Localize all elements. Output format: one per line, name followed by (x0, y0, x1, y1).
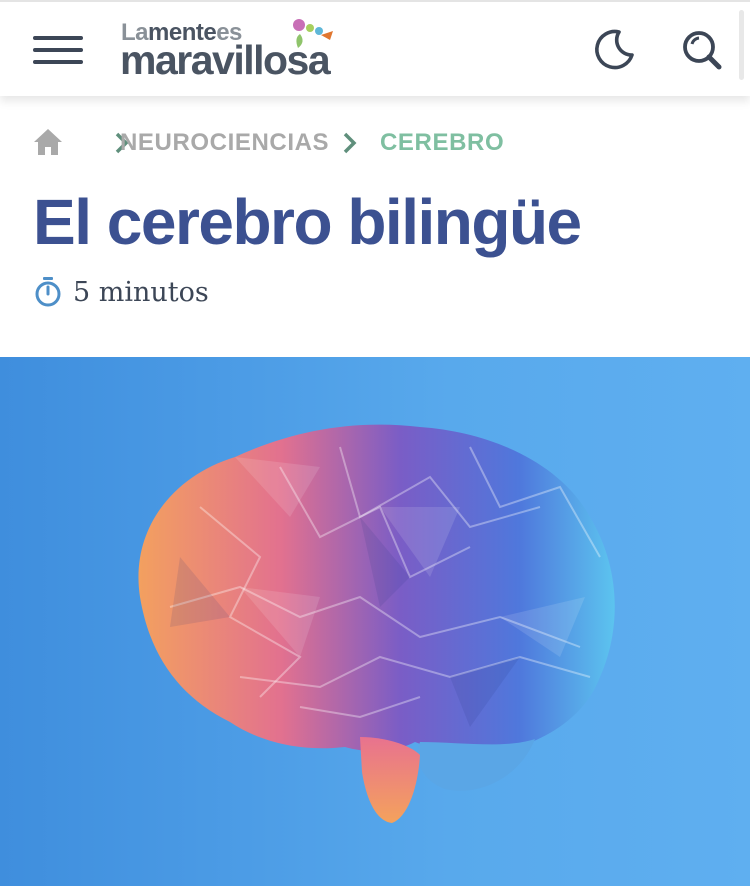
search-icon[interactable] (678, 26, 726, 74)
stopwatch-icon (34, 276, 62, 308)
logo-flower-icon (293, 19, 333, 48)
site-logo[interactable]: Lamentees maravillosa (120, 19, 372, 83)
reading-time-text: 5 minutos (73, 277, 209, 308)
scrollbar[interactable] (739, 10, 744, 80)
moon-icon[interactable] (588, 26, 636, 74)
breadcrumb-cerebro[interactable]: CEREBRO (380, 129, 504, 157)
hero-image (0, 357, 750, 886)
breadcrumb-neurociencias[interactable]: NEUROCIENCIAS (120, 129, 329, 157)
site-header: Lamentees maravillosa (0, 0, 750, 96)
breadcrumb: NEUROCIENCIAS CEREBRO (33, 126, 633, 162)
brain-illustration (138, 424, 615, 823)
home-icon[interactable] (33, 128, 63, 156)
article-title: El cerebro bilingüe (33, 186, 582, 258)
chevron-right-icon (341, 131, 359, 155)
hamburger-menu-icon[interactable] (33, 36, 83, 64)
